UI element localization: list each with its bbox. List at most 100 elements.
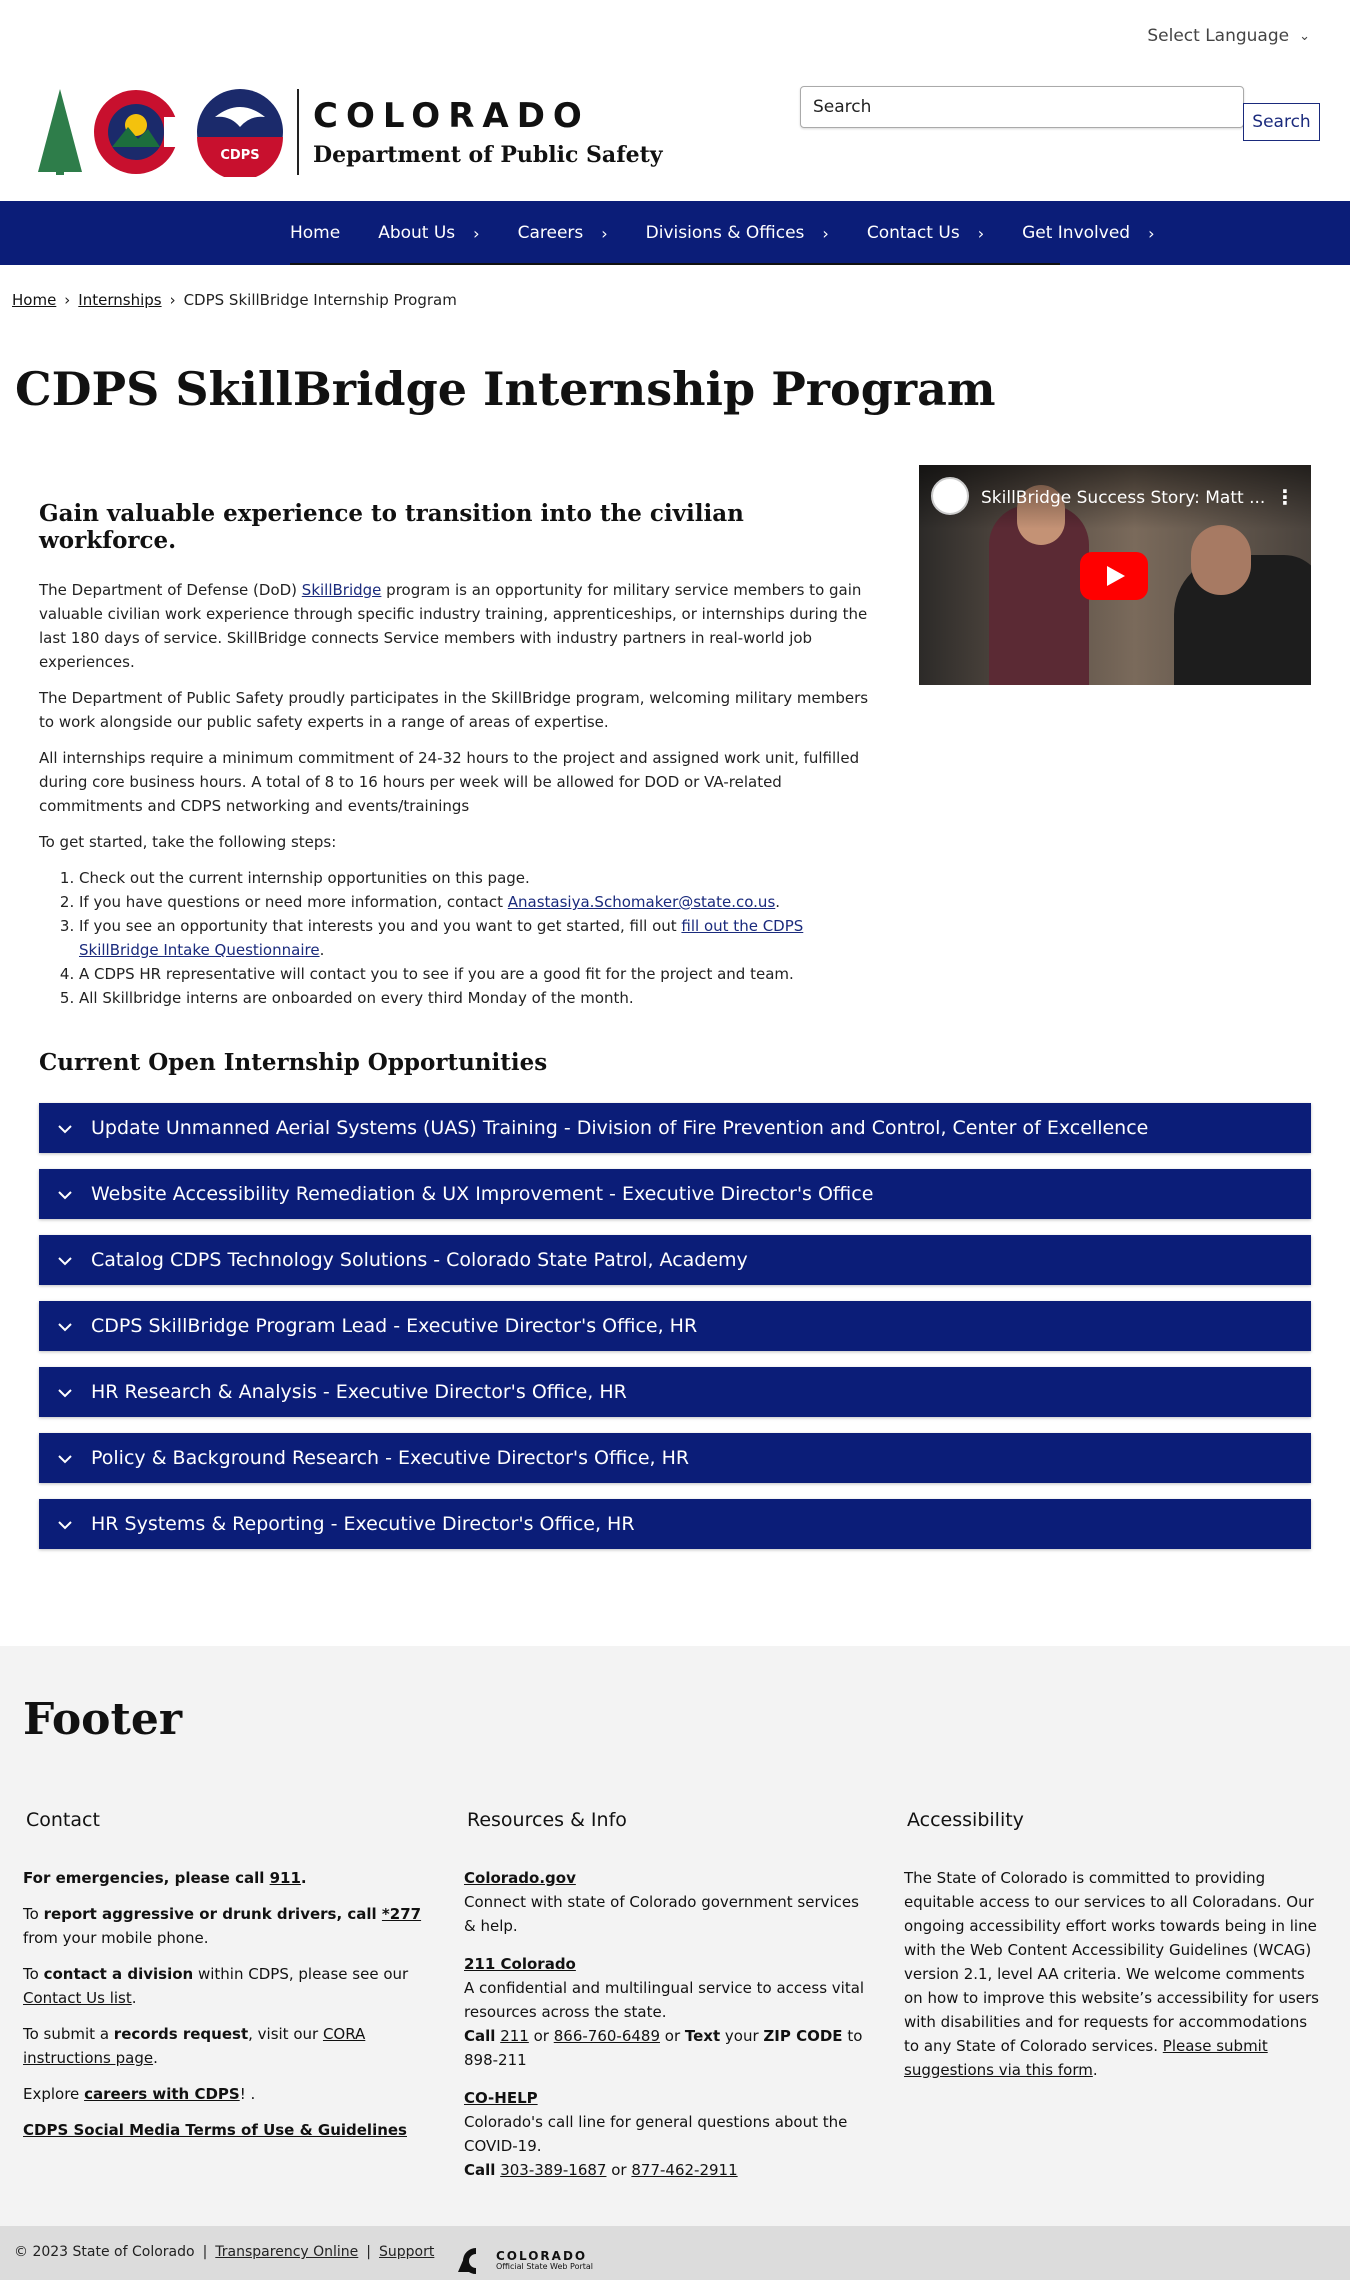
accordion-item-label: Website Accessibility Remediation & UX I… bbox=[91, 1183, 874, 1205]
chevron-down-icon bbox=[57, 1315, 79, 1337]
chevron-down-icon bbox=[57, 1381, 79, 1403]
opportunities-heading: Current Open Internship Opportunities bbox=[39, 1049, 548, 1076]
chevron-right-icon[interactable]: › bbox=[1148, 224, 1154, 243]
cdps-eagle-badge-icon: CDPS bbox=[197, 89, 283, 177]
footer: Footer Contact For emergencies, please c… bbox=[0, 1646, 1350, 2226]
accordion-item[interactable]: CDPS SkillBridge Program Lead - Executiv… bbox=[39, 1301, 1311, 1351]
language-label: Select Language bbox=[1147, 26, 1290, 46]
logo-text: COLORADO Department of Public Safety bbox=[313, 96, 663, 168]
accordion-item[interactable]: Website Accessibility Remediation & UX I… bbox=[39, 1169, 1311, 1219]
social-media-terms-link[interactable]: CDPS Social Media Terms of Use & Guideli… bbox=[23, 2121, 407, 2139]
intro-paragraph-2: The Department of Public Safety proudly … bbox=[39, 689, 869, 731]
breadcrumb-home-link[interactable]: Home bbox=[12, 291, 56, 309]
portal-subtitle: Official State Web Portal bbox=[496, 2262, 594, 2271]
step-item: A CDPS HR representative will contact yo… bbox=[79, 962, 869, 986]
main-navigation: Home About Us › Careers › Divisions & Of… bbox=[0, 201, 1350, 265]
emergency-911-link[interactable]: 911 bbox=[270, 1869, 301, 1887]
accordion-item[interactable]: HR Research & Analysis - Executive Direc… bbox=[39, 1367, 1311, 1417]
accordion-item-label: HR Research & Analysis - Executive Direc… bbox=[91, 1381, 627, 1403]
resource-call-text: Call 211 or 866-760-6489 or Text your ZI… bbox=[464, 2027, 863, 2069]
chevron-right-icon[interactable]: › bbox=[978, 224, 984, 243]
step-item: All Skillbridge interns are onboarded on… bbox=[79, 986, 869, 1010]
chevron-right-icon[interactable]: › bbox=[822, 224, 828, 243]
breadcrumb-internships-link[interactable]: Internships bbox=[78, 291, 161, 309]
play-button-icon[interactable] bbox=[1080, 552, 1148, 600]
chevron-down-icon: ⌄ bbox=[1299, 28, 1310, 44]
nav-item-label: Divisions & Offices bbox=[645, 223, 805, 243]
support-link[interactable]: Support bbox=[379, 2244, 434, 2260]
svg-text:CDPS: CDPS bbox=[220, 148, 259, 163]
transparency-online-link[interactable]: Transparency Online bbox=[215, 2244, 358, 2260]
resource-description: A confidential and multilingual service … bbox=[464, 1979, 865, 2021]
accordion-item-label: HR Systems & Reporting - Executive Direc… bbox=[91, 1513, 635, 1535]
intro-heading: Gain valuable experience to transition i… bbox=[39, 500, 744, 554]
separator: | bbox=[366, 2244, 372, 2260]
phone-877-link[interactable]: 877-462-2911 bbox=[631, 2161, 737, 2179]
steps-list: Check out the current internship opportu… bbox=[39, 866, 869, 1010]
accordion-item-label: Update Unmanned Aerial Systems (UAS) Tra… bbox=[91, 1117, 1149, 1139]
bottom-bar: © 2023 State of Colorado | Transparency … bbox=[0, 2226, 1350, 2280]
nav-item-label: Contact Us bbox=[866, 223, 960, 243]
state-portal-logo[interactable]: COLORADO Official State Web Portal bbox=[456, 2248, 593, 2274]
chevron-down-icon bbox=[57, 1117, 79, 1139]
records-request-text: To submit a records request, visit our C… bbox=[23, 2025, 366, 2067]
nav-item-label: Careers bbox=[517, 223, 584, 243]
resource-item: CO-HELP Colorado's call line for general… bbox=[464, 2086, 874, 2182]
nav-item-careers[interactable]: Careers › bbox=[518, 223, 608, 243]
footer-contact-heading: Contact bbox=[26, 1809, 100, 1831]
footer-heading: Footer bbox=[23, 1694, 183, 1745]
nav-item-divisions-offices[interactable]: Divisions & Offices › bbox=[646, 223, 829, 243]
accordion-item-label: CDPS SkillBridge Program Lead - Executiv… bbox=[91, 1315, 698, 1337]
contact-us-list-link[interactable]: Contact Us list bbox=[23, 1989, 132, 2007]
co-help-link[interactable]: CO-HELP bbox=[464, 2089, 538, 2107]
careers-link[interactable]: careers with CDPS bbox=[84, 2085, 240, 2103]
portal-name: COLORADO bbox=[496, 2249, 588, 2263]
step-item: Check out the current internship opportu… bbox=[79, 866, 869, 890]
211-colorado-link[interactable]: 211 Colorado bbox=[464, 1955, 576, 1973]
video-title[interactable]: SkillBridge Success Story: Matt ... bbox=[981, 488, 1271, 508]
intro-paragraph-3: All internships require a minimum commit… bbox=[39, 749, 860, 815]
report-drivers-text: To report aggressive or drunk drivers, c… bbox=[23, 1905, 422, 1947]
breadcrumb-separator: › bbox=[64, 291, 71, 309]
search-button[interactable]: Search bbox=[1243, 103, 1320, 141]
nav-item-contact-us[interactable]: Contact Us › bbox=[867, 223, 984, 243]
language-selector[interactable]: Select Language ⌄ bbox=[1147, 26, 1310, 46]
skillbridge-link[interactable]: SkillBridge bbox=[302, 581, 382, 599]
resource-item: Colorado.gov Connect with state of Color… bbox=[464, 1866, 874, 1938]
site-logo[interactable]: CDPS COLORADO Department of Public Safet… bbox=[30, 84, 663, 180]
chevron-right-icon[interactable]: › bbox=[473, 224, 479, 243]
contact-division-text: To contact a division within CDPS, pleas… bbox=[23, 1965, 409, 2007]
nav-item-about-us[interactable]: About Us › bbox=[378, 223, 479, 243]
nav-item-home[interactable]: Home bbox=[290, 223, 340, 243]
copyright-text: © 2023 State of Colorado bbox=[14, 2244, 195, 2260]
resource-description: Connect with state of Colorado governmen… bbox=[464, 1893, 859, 1935]
resource-description: Colorado's call line for general questio… bbox=[464, 2113, 848, 2155]
phone-303-link[interactable]: 303-389-1687 bbox=[500, 2161, 606, 2179]
channel-avatar-icon[interactable] bbox=[931, 477, 969, 515]
accordion-item[interactable]: HR Systems & Reporting - Executive Direc… bbox=[39, 1499, 1311, 1549]
more-options-icon[interactable]: ⋮ bbox=[1275, 485, 1295, 509]
nav-item-label: Home bbox=[290, 223, 341, 243]
breadcrumb-current: CDPS SkillBridge Internship Program bbox=[183, 291, 457, 309]
logo-colorado-wordmark: COLORADO bbox=[313, 96, 590, 136]
nav-item-get-involved[interactable]: Get Involved › bbox=[1022, 223, 1154, 243]
footer-accessibility-heading: Accessibility bbox=[907, 1809, 1024, 1831]
search-input[interactable]: Search bbox=[800, 86, 1244, 128]
contact-email-link[interactable]: Anastasiya.Schomaker@state.co.us bbox=[508, 893, 776, 911]
youtube-video-embed[interactable]: SkillBridge Success Story: Matt ... ⋮ bbox=[919, 465, 1311, 685]
step-item: If you see an opportunity that interests… bbox=[79, 914, 869, 962]
accordion-item[interactable]: Catalog CDPS Technology Solutions - Colo… bbox=[39, 1235, 1311, 1285]
nav-item-label: About Us bbox=[378, 223, 456, 243]
accessibility-text: The State of Colorado is committed to pr… bbox=[904, 1869, 1319, 2079]
phone-211-link[interactable]: 211 bbox=[500, 2027, 529, 2045]
resource-item: 211 Colorado A confidential and multilin… bbox=[464, 1952, 874, 2072]
phone-866-link[interactable]: 866-760-6489 bbox=[554, 2027, 660, 2045]
nav-underline bbox=[290, 263, 1060, 265]
chevron-right-icon[interactable]: › bbox=[601, 224, 607, 243]
intro-paragraph-1: The Department of Defense (DoD) SkillBri… bbox=[39, 581, 868, 671]
careers-text: Explore careers with CDPS! . bbox=[23, 2085, 256, 2103]
accordion-item[interactable]: Policy & Background Research - Executive… bbox=[39, 1433, 1311, 1483]
accordion-item[interactable]: Update Unmanned Aerial Systems (UAS) Tra… bbox=[39, 1103, 1311, 1153]
report-277-link[interactable]: *277 bbox=[382, 1905, 421, 1923]
colorado-gov-link[interactable]: Colorado.gov bbox=[464, 1869, 576, 1887]
